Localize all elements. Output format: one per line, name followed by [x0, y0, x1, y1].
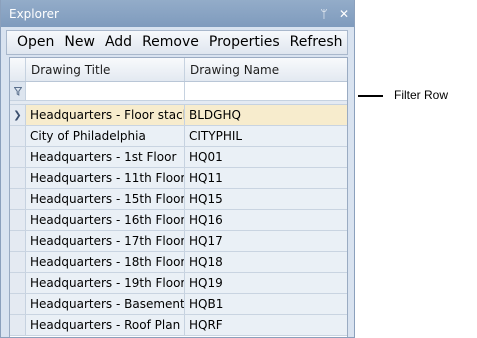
filter-drawing-name-input[interactable] [185, 82, 347, 100]
open-button[interactable]: Open [12, 31, 59, 54]
pin-icon[interactable]: ᛘ [314, 7, 334, 21]
table-row[interactable]: Headquarters - 17th Floor HQ17 [10, 231, 347, 252]
grid-header: Drawing Title Drawing Name [10, 58, 347, 82]
filter-drawing-title-input[interactable] [26, 82, 185, 100]
drawing-name-cell[interactable]: HQ19 [185, 273, 347, 293]
refresh-button[interactable]: Refresh [285, 31, 348, 54]
close-icon[interactable]: ✕ [334, 7, 354, 21]
table-row[interactable]: Headquarters - 11th Floor HQ11 [10, 168, 347, 189]
header-selector [10, 58, 26, 81]
table-row[interactable]: City of Philadelphia CITYPHIL [10, 126, 347, 147]
drawing-name-cell[interactable]: BLDGHQ [185, 105, 347, 125]
row-selector[interactable] [10, 147, 26, 167]
filter-row [10, 82, 347, 101]
new-button[interactable]: New [59, 31, 100, 54]
table-row[interactable]: Headquarters - 16th Floor HQ16 [10, 210, 347, 231]
callout-label: Filter Row [394, 88, 449, 102]
panel-titlebar: Explorer ᛘ ✕ [1, 0, 354, 27]
grid-body: ❯ Headquarters - Floor stack BLDGHQ City of… [10, 105, 347, 336]
drawing-title-cell[interactable]: City of Philadelphia [26, 126, 185, 146]
row-selector[interactable]: ❯ [10, 105, 26, 125]
column-header-drawing-title[interactable]: Drawing Title [26, 58, 185, 81]
row-selector[interactable] [10, 315, 26, 335]
explorer-panel: Explorer ᛘ ✕ Open New Add Remove Propert… [0, 0, 355, 338]
drawing-name-cell[interactable]: HQB1 [185, 294, 347, 314]
drawing-title-cell[interactable]: Headquarters - 15th Floor [26, 189, 185, 209]
funnel-icon [13, 86, 22, 96]
table-row[interactable]: Headquarters - 18th Floor HQ18 [10, 252, 347, 273]
callout-line [358, 95, 383, 97]
row-selector[interactable] [10, 126, 26, 146]
remove-button[interactable]: Remove [137, 31, 204, 54]
table-row[interactable]: ❯ Headquarters - Floor stack BLDGHQ [10, 105, 347, 126]
drawing-name-cell[interactable]: CITYPHIL [185, 126, 347, 146]
drawing-title-cell[interactable]: Headquarters - 18th Floor [26, 252, 185, 272]
row-selector[interactable] [10, 189, 26, 209]
drawing-name-cell[interactable]: HQ11 [185, 168, 347, 188]
drawing-title-cell[interactable]: Headquarters - 17th Floor [26, 231, 185, 251]
properties-button[interactable]: Properties [204, 31, 285, 54]
row-selector[interactable] [10, 168, 26, 188]
drawing-name-cell[interactable]: HQ17 [185, 231, 347, 251]
add-button[interactable]: Add [100, 31, 137, 54]
drawing-title-cell[interactable]: Headquarters - 11th Floor [26, 168, 185, 188]
drawing-name-cell[interactable]: HQ16 [185, 210, 347, 230]
table-row[interactable]: Headquarters - Roof Plan HQRF [10, 315, 347, 336]
row-selector[interactable] [10, 273, 26, 293]
drawing-name-cell[interactable]: HQ01 [185, 147, 347, 167]
table-row[interactable]: Headquarters - 19th Floor HQ19 [10, 273, 347, 294]
row-selector[interactable] [10, 294, 26, 314]
table-row[interactable]: Headquarters - Basement HQB1 [10, 294, 347, 315]
panel-title: Explorer [9, 6, 59, 21]
table-row[interactable]: Headquarters - 1st Floor HQ01 [10, 147, 347, 168]
drawings-grid: Drawing Title Drawing Name ❯ Headquarters… [9, 57, 348, 337]
drawing-title-cell[interactable]: Headquarters - 19th Floor [26, 273, 185, 293]
row-selector[interactable] [10, 231, 26, 251]
drawing-name-cell[interactable]: HQ15 [185, 189, 347, 209]
drawing-title-cell[interactable]: Headquarters - Floor stack [26, 105, 185, 125]
row-selector[interactable] [10, 252, 26, 272]
column-header-drawing-name[interactable]: Drawing Name [185, 58, 347, 81]
filter-row-selector [10, 82, 26, 100]
row-selector[interactable] [10, 210, 26, 230]
drawing-title-cell[interactable]: Headquarters - 1st Floor [26, 147, 185, 167]
toolbar: Open New Add Remove Properties Refresh [6, 30, 348, 55]
current-row-arrow-icon: ❯ [13, 109, 22, 121]
drawing-title-cell[interactable]: Headquarters - Roof Plan [26, 315, 185, 335]
table-row[interactable]: Headquarters - 15th Floor HQ15 [10, 189, 347, 210]
drawing-title-cell[interactable]: Headquarters - Basement [26, 294, 185, 314]
drawing-name-cell[interactable]: HQRF [185, 315, 347, 335]
drawing-name-cell[interactable]: HQ18 [185, 252, 347, 272]
drawing-title-cell[interactable]: Headquarters - 16th Floor [26, 210, 185, 230]
